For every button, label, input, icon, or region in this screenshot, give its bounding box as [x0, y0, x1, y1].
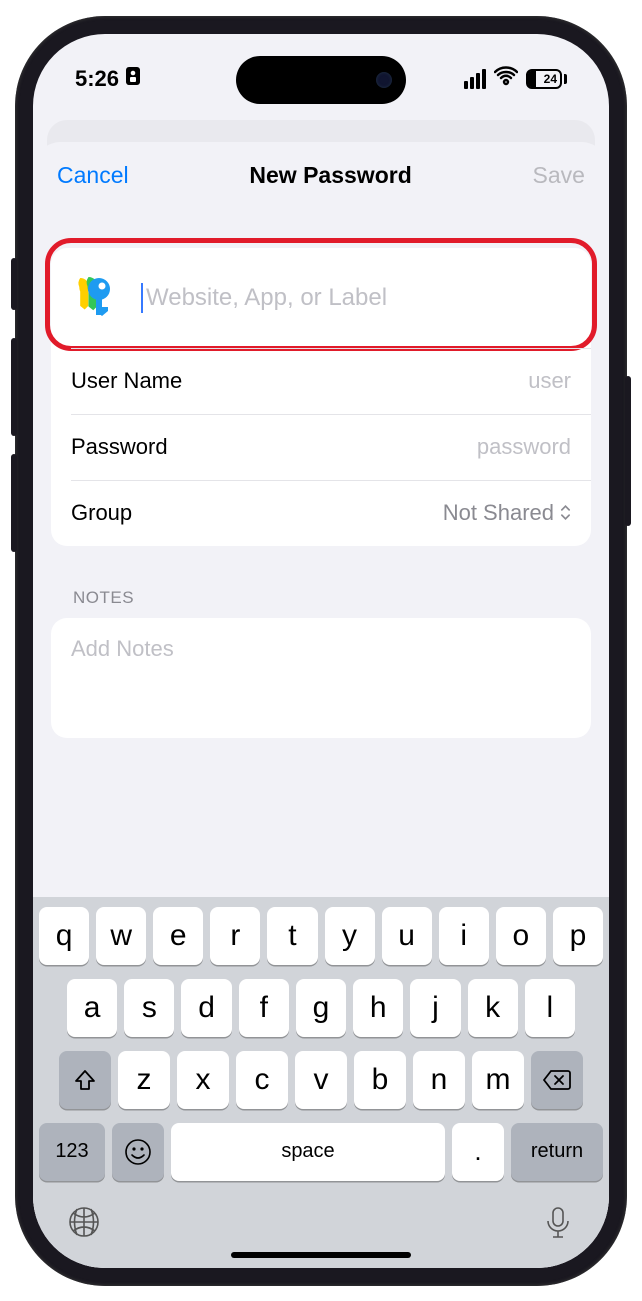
key-i[interactable]: i	[439, 907, 489, 965]
side-button	[11, 258, 17, 310]
key-s[interactable]: s	[124, 979, 174, 1037]
key-m[interactable]: m	[472, 1051, 524, 1109]
page-title: New Password	[249, 162, 411, 189]
dynamic-island	[236, 56, 406, 104]
website-input[interactable]	[146, 284, 571, 312]
password-placeholder: password	[477, 434, 571, 460]
space-key[interactable]: space	[171, 1123, 445, 1181]
key-k[interactable]: k	[468, 979, 518, 1037]
key-p[interactable]: p	[553, 907, 603, 965]
group-row[interactable]: Group Not Shared	[51, 480, 591, 546]
backspace-key[interactable]	[531, 1051, 583, 1109]
key-b[interactable]: b	[354, 1051, 406, 1109]
on-screen-keyboard: qwertyuiop asdfghjkl zxcvbnm 123	[33, 897, 609, 1268]
key-y[interactable]: y	[325, 907, 375, 965]
screen: 5:26 24	[33, 34, 609, 1268]
front-camera	[376, 72, 392, 88]
side-button	[625, 376, 631, 526]
keyboard-row-2: asdfghjkl	[39, 979, 603, 1037]
group-label: Group	[71, 500, 132, 526]
numeric-switch-key[interactable]: 123	[39, 1123, 105, 1181]
password-row[interactable]: Password password	[51, 414, 591, 480]
period-key[interactable]: .	[452, 1123, 504, 1181]
username-row[interactable]: User Name user	[51, 348, 591, 414]
key-o[interactable]: o	[496, 907, 546, 965]
key-v[interactable]: v	[295, 1051, 347, 1109]
username-label: User Name	[71, 368, 182, 394]
cancel-button[interactable]: Cancel	[57, 162, 129, 189]
wifi-icon	[494, 66, 518, 91]
key-d[interactable]: d	[181, 979, 231, 1037]
battery-percentage: 24	[544, 72, 557, 86]
key-r[interactable]: r	[210, 907, 260, 965]
username-placeholder: user	[528, 368, 571, 394]
chevron-up-down-icon	[560, 505, 571, 520]
keyboard-row-1: qwertyuiop	[39, 907, 603, 965]
key-l[interactable]: l	[525, 979, 575, 1037]
side-button	[11, 338, 17, 436]
key-j[interactable]: j	[410, 979, 460, 1037]
key-u[interactable]: u	[382, 907, 432, 965]
key-a[interactable]: a	[67, 979, 117, 1037]
key-e[interactable]: e	[153, 907, 203, 965]
cellular-signal-icon	[464, 69, 486, 89]
phone-frame: 5:26 24	[15, 16, 627, 1286]
notes-field[interactable]: Add Notes	[51, 618, 591, 738]
key-n[interactable]: n	[413, 1051, 465, 1109]
save-button[interactable]: Save	[533, 162, 585, 189]
sim-icon	[125, 66, 141, 92]
modal-sheet: Cancel New Password Save	[33, 142, 609, 1268]
shift-key[interactable]	[59, 1051, 111, 1109]
emoji-key[interactable]	[112, 1123, 164, 1181]
keyboard-row-4: 123 space . return	[39, 1123, 603, 1181]
keyboard-row-3: zxcvbnm	[39, 1051, 603, 1109]
key-f[interactable]: f	[239, 979, 289, 1037]
notes-placeholder: Add Notes	[71, 636, 174, 661]
passwords-app-icon	[71, 271, 119, 324]
mic-icon[interactable]	[541, 1205, 575, 1244]
key-h[interactable]: h	[353, 979, 403, 1037]
text-cursor	[141, 283, 143, 313]
password-label: Password	[71, 434, 168, 460]
key-g[interactable]: g	[296, 979, 346, 1037]
status-time: 5:26	[75, 66, 119, 92]
key-w[interactable]: w	[96, 907, 146, 965]
website-row[interactable]	[51, 248, 591, 348]
main-form-card: User Name user Password password Group N…	[51, 248, 591, 546]
key-q[interactable]: q	[39, 907, 89, 965]
key-t[interactable]: t	[267, 907, 317, 965]
key-c[interactable]: c	[236, 1051, 288, 1109]
return-key[interactable]: return	[511, 1123, 603, 1181]
key-x[interactable]: x	[177, 1051, 229, 1109]
notes-section-header: NOTES	[73, 588, 591, 608]
home-indicator[interactable]	[231, 1252, 411, 1258]
key-z[interactable]: z	[118, 1051, 170, 1109]
side-button	[11, 454, 17, 552]
battery-indicator: 24	[526, 69, 567, 89]
globe-icon[interactable]	[67, 1205, 101, 1244]
nav-bar: Cancel New Password Save	[33, 142, 609, 210]
group-value: Not Shared	[443, 500, 554, 526]
